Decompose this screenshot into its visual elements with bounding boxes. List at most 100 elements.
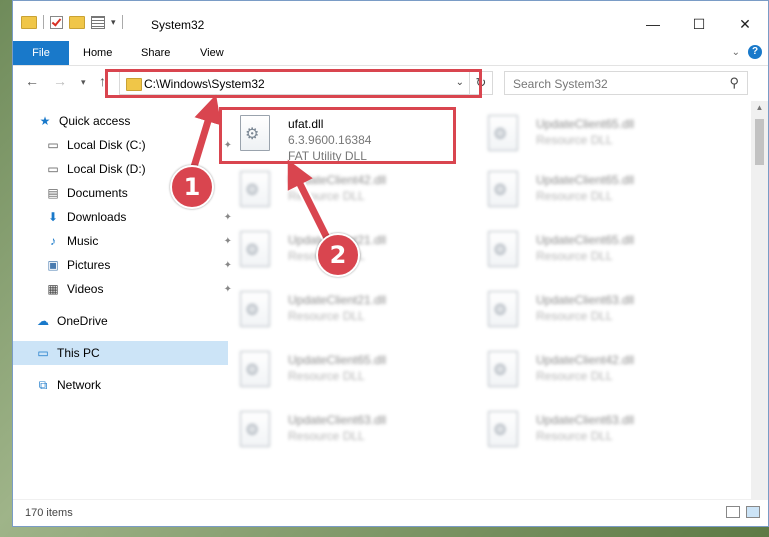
file-name: UpdateClient63.dll [288, 413, 387, 427]
chevron-down-icon[interactable]: ▾ [111, 17, 116, 28]
sidebar-item-onedrive[interactable]: ☁ OneDrive [13, 309, 228, 333]
new-folder-icon[interactable] [69, 15, 85, 29]
file-item[interactable]: UpdateClient42.dll Resource DLL [480, 343, 720, 393]
sidebar-item-label: This PC [57, 346, 100, 360]
item-count: 170 items [25, 507, 73, 519]
sidebar-item-label: Music [67, 234, 99, 248]
sidebar-item-label: Local Disk (D:) [67, 162, 146, 176]
title-bar: ▾ System32 — ☐ ✕ [13, 1, 768, 39]
file-name: UpdateClient65.dll [288, 353, 387, 367]
file-description: Resource DLL [288, 429, 365, 443]
file-item[interactable]: UpdateClient65.dll Resource DLL [480, 223, 720, 273]
dll-file-icon [488, 115, 518, 151]
star-icon: ★ [39, 114, 51, 128]
file-highlight [219, 107, 456, 164]
file-item[interactable]: UpdateClient21.dll Resource DLL [232, 283, 472, 333]
ribbon-right: ⌄ ? [732, 45, 762, 59]
file-name: UpdateClient65.dll [536, 117, 635, 131]
sidebar-item-label: Network [57, 378, 102, 392]
file-item[interactable]: UpdateClient65.dll Resource DLL [232, 343, 472, 393]
search-input[interactable]: Search System32 ⚲ [504, 71, 748, 95]
dll-file-icon [488, 171, 518, 207]
file-item[interactable]: UpdateClient42.dll Resource DLL [232, 163, 472, 213]
scroll-up-icon[interactable]: ▲ [751, 103, 768, 112]
sidebar-item-network[interactable]: ⧉ Network [13, 373, 228, 397]
vertical-scrollbar[interactable]: ▲ [751, 101, 768, 499]
file-name: UpdateClient65.dll [536, 173, 635, 187]
sidebar-item-downloads[interactable]: ⬇ Downloads ✦ [13, 205, 238, 229]
file-description: Resource DLL [536, 189, 613, 203]
step-one-badge: 1 [170, 165, 214, 209]
expand-ribbon-icon[interactable]: ⌄ [732, 47, 740, 58]
music-icon: ♪ [50, 234, 56, 248]
sidebar-item-music[interactable]: ♪ Music ✦ [13, 229, 238, 253]
sidebar-item-label: Local Disk (C:) [67, 138, 146, 152]
network-icon: ⧉ [38, 377, 48, 392]
file-description: Resource DLL [536, 309, 613, 323]
maximize-button[interactable]: ☐ [676, 11, 722, 37]
file-name: UpdateClient63.dll [536, 293, 635, 307]
file-item[interactable]: UpdateClient65.dll Resource DLL [480, 163, 720, 213]
videos-icon: ▦ [47, 282, 59, 296]
sidebar-item-label: Pictures [67, 258, 111, 272]
folder-icon [21, 15, 37, 29]
customize-toolbar-icon[interactable] [91, 15, 105, 29]
scrollbar-thumb[interactable] [755, 119, 764, 165]
file-name: UpdateClient42.dll [536, 353, 635, 367]
sidebar-item-label: Quick access [59, 114, 131, 128]
navigation-pane: ★ Quick access ▭ Local Disk (C:) ✦ ▭ Loc… [13, 101, 232, 501]
file-description: Resource DLL [288, 189, 365, 203]
drive-icon: ▭ [47, 138, 59, 152]
file-name: UpdateClient21.dll [288, 293, 387, 307]
properties-check-icon[interactable] [50, 15, 63, 29]
tab-view[interactable]: View [200, 41, 224, 65]
sidebar-item-local-disk-c[interactable]: ▭ Local Disk (C:) ✦ [13, 133, 238, 157]
sidebar-item-label: OneDrive [57, 314, 108, 328]
file-description: Resource DLL [536, 249, 613, 263]
large-icons-view-icon[interactable] [746, 506, 760, 518]
file-description: Resource DLL [536, 429, 613, 443]
file-item[interactable]: UpdateClient63.dll Resource DLL [480, 403, 720, 453]
status-bar: 170 items [13, 499, 768, 526]
recent-locations-icon[interactable]: ▾ [81, 77, 86, 88]
toolbar-divider [121, 15, 123, 29]
step-two-badge: 2 [316, 233, 360, 277]
tab-home[interactable]: Home [83, 41, 112, 65]
pictures-icon: ▣ [47, 258, 59, 272]
file-item[interactable]: UpdateClient63.dll Resource DLL [232, 403, 472, 453]
help-icon[interactable]: ? [748, 45, 762, 59]
address-bar-highlight [105, 69, 482, 98]
download-icon: ⬇ [47, 210, 59, 224]
cloud-icon: ☁ [37, 314, 49, 328]
tab-file[interactable]: File [13, 41, 69, 65]
file-item[interactable]: UpdateClient65.dll Resource DLL [480, 107, 720, 157]
sidebar-item-videos[interactable]: ▦ Videos ✦ [13, 277, 238, 301]
back-arrow-icon[interactable]: ← [25, 73, 39, 89]
search-icon[interactable]: ⚲ [729, 75, 739, 91]
window-controls: — ☐ ✕ [630, 11, 768, 37]
sidebar-item-quick-access[interactable]: ★ Quick access [13, 109, 230, 133]
quick-access-toolbar: ▾ [21, 15, 123, 29]
file-name: UpdateClient63.dll [536, 413, 635, 427]
sidebar-item-pictures[interactable]: ▣ Pictures ✦ [13, 253, 238, 277]
details-view-icon[interactable] [726, 506, 740, 518]
sidebar-item-label: Documents [67, 186, 128, 200]
window-title: System32 [151, 18, 205, 32]
search-placeholder[interactable]: Search System32 [513, 77, 608, 91]
sidebar-item-this-pc[interactable]: ▭ This PC [13, 341, 228, 365]
dll-file-icon [240, 411, 270, 447]
minimize-button[interactable]: — [630, 11, 676, 37]
dll-file-icon [240, 171, 270, 207]
tab-share[interactable]: Share [141, 41, 170, 65]
file-item[interactable]: UpdateClient63.dll Resource DLL [480, 283, 720, 333]
dll-file-icon [240, 231, 270, 267]
dll-file-icon [488, 411, 518, 447]
close-button[interactable]: ✕ [722, 11, 768, 37]
ribbon-tabs: File Home Share View ⌄ ? [13, 41, 768, 66]
dll-file-icon [488, 231, 518, 267]
forward-arrow-icon[interactable]: → [53, 73, 67, 89]
file-description: Resource DLL [288, 369, 365, 383]
documents-icon: ▤ [47, 186, 59, 200]
dll-file-icon [488, 291, 518, 327]
dll-file-icon [240, 351, 270, 387]
